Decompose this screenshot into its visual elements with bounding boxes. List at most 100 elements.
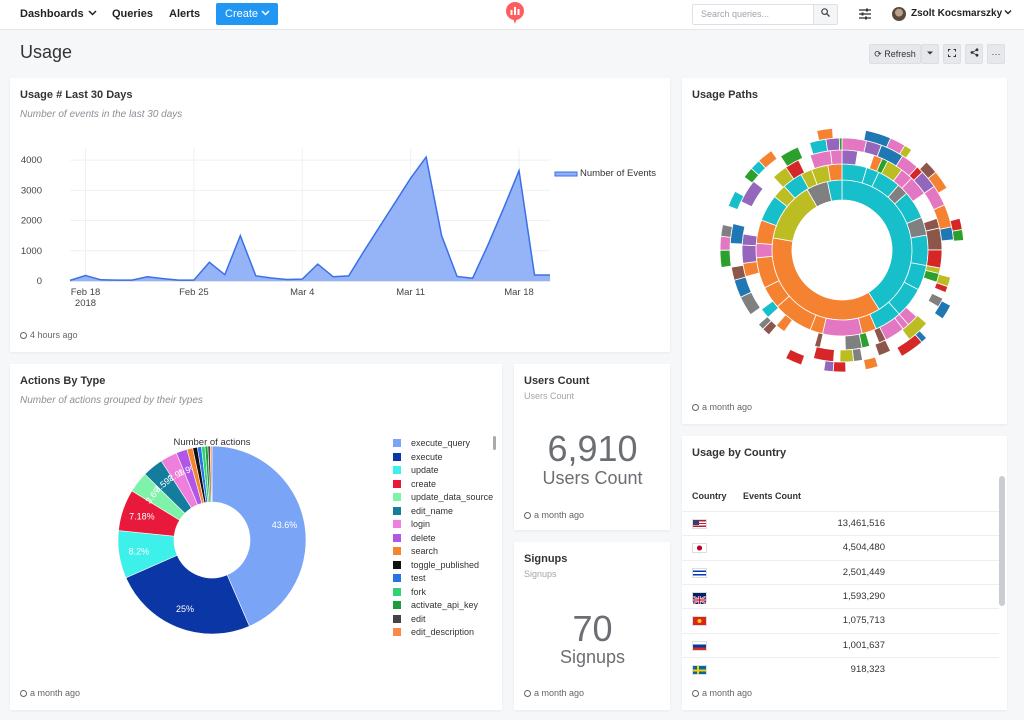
sunburst-segment — [830, 149, 843, 166]
column-header-events[interactable]: Events Count — [743, 491, 801, 501]
refresh-dropdown-button[interactable] — [921, 44, 939, 64]
share-button[interactable] — [965, 44, 983, 64]
legend-swatch — [393, 493, 401, 501]
legend-label: fork — [411, 586, 427, 597]
legend-swatch — [393, 439, 401, 447]
usage-paths-widget: Usage Paths a month ago — [682, 78, 1007, 424]
widget-footer: a month ago — [692, 688, 752, 698]
widget-footer: a month ago — [20, 688, 80, 698]
pie-data-label: 8.2% — [129, 547, 150, 557]
legend-swatch — [393, 520, 401, 528]
legend-swatch — [393, 614, 401, 623]
events-count-cell: 1,593,290 — [842, 590, 885, 602]
fullscreen-icon — [948, 49, 956, 57]
sunburst-segment — [949, 217, 963, 232]
chevron-down-icon[interactable] — [1003, 7, 1013, 20]
widget-title: Usage # Last 30 Days — [20, 89, 133, 101]
legend-label: update — [411, 465, 439, 475]
widget-title: Usage by Country — [692, 447, 787, 459]
share-icon — [970, 48, 978, 57]
nav-queries[interactable]: Queries — [112, 8, 153, 20]
legend-swatch — [393, 533, 401, 542]
sunburst-segment — [951, 229, 965, 242]
legend-label: edit — [411, 613, 426, 624]
top-navbar: Dashboards Queries Alerts Create Search … — [0, 0, 1024, 30]
flag-icon-vn — [692, 616, 707, 627]
footer-time: a month ago — [30, 688, 81, 698]
legend-swatch — [393, 601, 401, 609]
widget-title: Usage Paths — [692, 89, 759, 101]
nav-alerts[interactable]: Alerts — [169, 8, 200, 20]
events-area-chart: 0 1000 2000 3000 4000 Feb 182018 Feb 25 Mar 4 Ma… — [21, 148, 656, 309]
create-label: Create — [225, 8, 259, 20]
events-count-cell: 4,504,480 — [842, 542, 885, 554]
flag-icon-gb — [692, 591, 707, 605]
fullscreen-button[interactable] — [943, 44, 961, 64]
legend-label: edit_description — [411, 627, 475, 637]
x-tick-label: Mar 11 — [396, 287, 425, 298]
legend-label: toggle_published — [411, 559, 480, 570]
create-button[interactable]: Create — [216, 3, 278, 25]
users-count-widget: Users Count Users Count 6,910 Users Coun… — [514, 364, 670, 530]
legend-label: test — [411, 573, 426, 583]
search-button[interactable] — [813, 4, 838, 25]
page-title: Usage — [20, 42, 73, 62]
legend-swatch — [393, 452, 401, 461]
table-row: 1,075,713 — [682, 608, 999, 632]
flag-icon-us — [692, 519, 707, 529]
widget-subtitle: Signups — [524, 569, 557, 579]
sunburst-segment — [823, 360, 835, 373]
counter-value: 70 — [572, 608, 613, 649]
sunburst-segment — [926, 249, 943, 269]
events-count-cell: 13,461,516 — [837, 518, 885, 529]
sunburst-segment — [719, 235, 732, 251]
y-tick-label: 0 — [37, 276, 42, 287]
actions-by-type-widget: Actions By Type Number of actions groupe… — [10, 364, 502, 710]
usage-events-widget: Usage # Last 30 Days Number of events in… — [10, 78, 670, 352]
widget-footer: a month ago — [692, 402, 752, 412]
x-tick-label: Feb 25 — [179, 287, 209, 298]
table-row: 4,504,480 — [682, 535, 999, 559]
legend-label: login — [411, 519, 431, 529]
settings-sliders-icon[interactable] — [859, 8, 871, 20]
y-tick-label: 1000 — [21, 246, 42, 257]
more-options-button[interactable]: ··· — [987, 44, 1005, 64]
signups-widget: Signups Signups 70 Signups a month ago — [514, 542, 670, 710]
footer-time: a month ago — [702, 688, 753, 698]
widget-title: Actions By Type — [20, 375, 106, 387]
refresh-button[interactable]: ⟳ Refresh — [869, 44, 921, 64]
pie-data-label: 43.6% — [272, 520, 298, 530]
sunburst-segment — [755, 242, 773, 259]
sunburst-segment — [874, 339, 892, 357]
legend-swatch — [393, 560, 401, 569]
user-name[interactable]: Zsolt Kocsmarszky — [911, 8, 1002, 19]
legend-label: delete — [411, 532, 436, 543]
column-header-country[interactable]: Country — [692, 491, 727, 501]
sunburst-segment — [816, 128, 834, 141]
nav-dashboards[interactable]: Dashboards — [20, 8, 84, 20]
clock-icon — [20, 332, 27, 339]
chevron-down-icon[interactable] — [87, 7, 98, 21]
legend-label: execute — [411, 451, 443, 462]
sunburst-segment — [740, 180, 764, 208]
sunburst-segment — [839, 349, 855, 363]
table-row: 2,501,449 — [682, 559, 999, 584]
actions-pie-chart: Number of actions43.6%25%8.2%7.18%3.6%3.… — [117, 437, 307, 635]
legend-swatch — [393, 587, 401, 596]
table-scrollbar[interactable] — [999, 476, 1005, 606]
clock-icon — [20, 690, 27, 697]
sunburst-segment — [741, 244, 758, 264]
legend-scrollbar[interactable] — [493, 436, 496, 450]
legend-label: search — [411, 546, 439, 556]
redash-logo-icon[interactable] — [505, 1, 525, 25]
legend-label: execute_query — [411, 438, 471, 448]
legend-label: create — [411, 478, 437, 489]
avatar[interactable] — [892, 7, 906, 21]
widget-footer: a month ago — [524, 510, 584, 520]
sunburst-segment — [851, 347, 864, 362]
legend-swatch — [393, 466, 401, 474]
legend-label: Number of Events — [580, 168, 656, 179]
counter-label: Signups — [559, 647, 626, 667]
footer-time: a month ago — [534, 510, 585, 520]
search-input[interactable]: Search queries... — [692, 4, 814, 25]
